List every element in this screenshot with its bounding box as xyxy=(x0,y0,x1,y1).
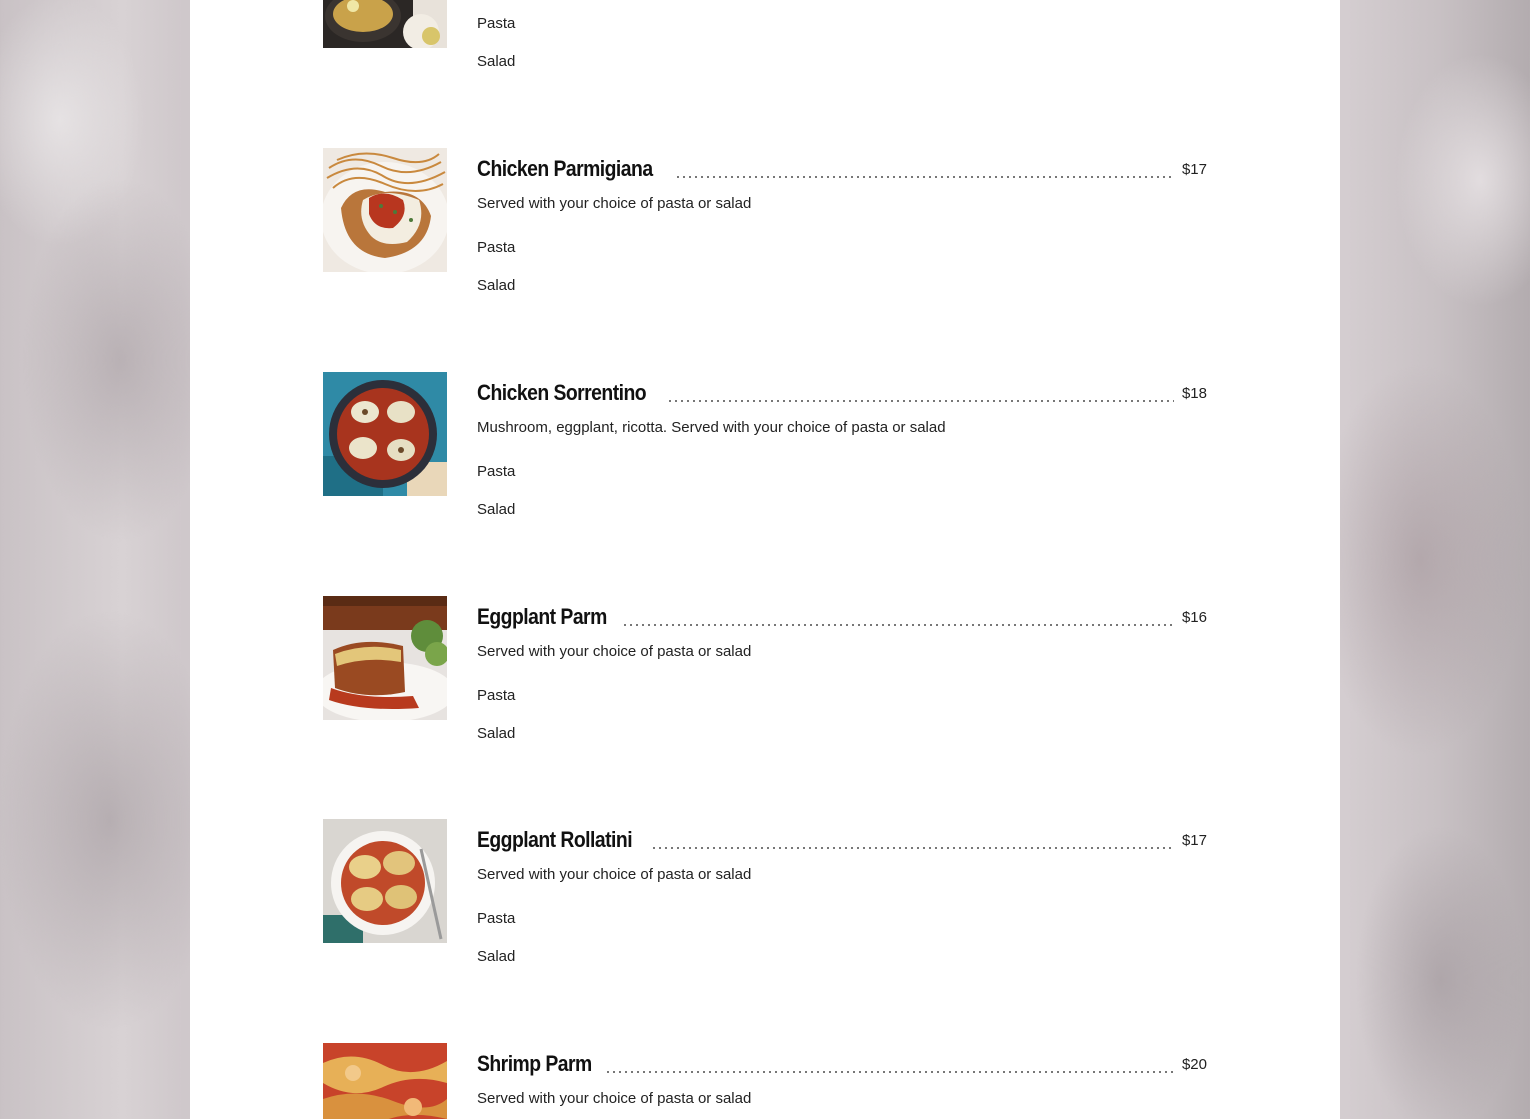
eggplant-parm-photo-icon xyxy=(323,596,447,720)
menu-item-title-row: Shrimp Parm $20 xyxy=(477,1043,1207,1079)
shrimp-parm-photo-icon xyxy=(323,1043,447,1119)
dot-leader xyxy=(667,400,1174,402)
option-pasta[interactable]: Pasta xyxy=(477,686,515,706)
option-pasta[interactable]: Pasta xyxy=(477,909,515,929)
menu-item-name: Eggplant Rollatini xyxy=(477,827,633,852)
menu-item-info: Chicken Sorrentino $18 Mushroom, eggplan… xyxy=(477,372,1207,518)
option-pasta[interactable]: Pasta xyxy=(477,14,515,34)
option-salad[interactable]: Salad xyxy=(477,52,515,72)
menu-item-description: Served with your choice of pasta or sala… xyxy=(477,643,752,660)
menu-item-title-row: Eggplant Rollatini $17 xyxy=(477,819,1207,855)
dot-leader xyxy=(651,847,1174,849)
eggplant-rollatini-photo-icon xyxy=(323,819,447,943)
menu-item-name: Shrimp Parm xyxy=(477,1051,592,1076)
menu-item-info: Chicken Parmigiana $17 Served with your … xyxy=(477,148,1207,294)
option-salad[interactable]: Salad xyxy=(477,500,515,520)
menu-item-price: $18 xyxy=(1181,385,1207,402)
menu-item-name: Chicken Parmigiana xyxy=(477,156,653,181)
menu-item-description: Served with your choice of pasta or sala… xyxy=(477,866,752,883)
dish-photo xyxy=(323,0,447,48)
dot-leader xyxy=(674,176,1174,178)
menu-item-info: Shrimp Parm $20 Served with your choice … xyxy=(477,1043,1207,1109)
menu-item-info: Eggplant Parm $16 Served with your choic… xyxy=(477,596,1207,742)
menu-item-name: Chicken Sorrentino xyxy=(477,380,647,405)
dot-leader xyxy=(605,1071,1174,1073)
menu-item-price: $17 xyxy=(1181,161,1207,178)
menu-item-title-row: Chicken Sorrentino $18 xyxy=(477,372,1207,408)
menu-item-price: $20 xyxy=(1181,1056,1207,1073)
option-salad[interactable]: Salad xyxy=(477,724,515,744)
option-pasta[interactable]: Pasta xyxy=(477,462,515,482)
option-salad[interactable]: Salad xyxy=(477,947,515,967)
option-pasta[interactable]: Pasta xyxy=(477,238,515,258)
dot-leader xyxy=(622,624,1174,626)
menu-item-description: Served with your choice of pasta or sala… xyxy=(477,195,752,212)
menu-item-name: Eggplant Parm xyxy=(477,604,607,629)
chicken-sorrentino-photo-icon xyxy=(323,372,447,496)
menu-item-description: Served with your choice of pasta or sala… xyxy=(477,1090,752,1107)
menu-panel: Pasta Salad Chicken Parmigiana $17 Serve… xyxy=(190,0,1340,1119)
option-salad[interactable]: Salad xyxy=(477,276,515,296)
chicken-parmigiana-photo-icon xyxy=(323,148,447,272)
menu-item-price: $17 xyxy=(1181,832,1207,849)
menu-item-title-row: Eggplant Parm $16 xyxy=(477,596,1207,632)
menu-item-title-row: Chicken Parmigiana $17 xyxy=(477,148,1207,184)
menu-item-info: Eggplant Rollatini $17 Served with your … xyxy=(477,819,1207,965)
menu-item-price: $16 xyxy=(1181,609,1207,626)
menu-item-description: Mushroom, eggplant, ricotta. Served with… xyxy=(477,419,946,436)
